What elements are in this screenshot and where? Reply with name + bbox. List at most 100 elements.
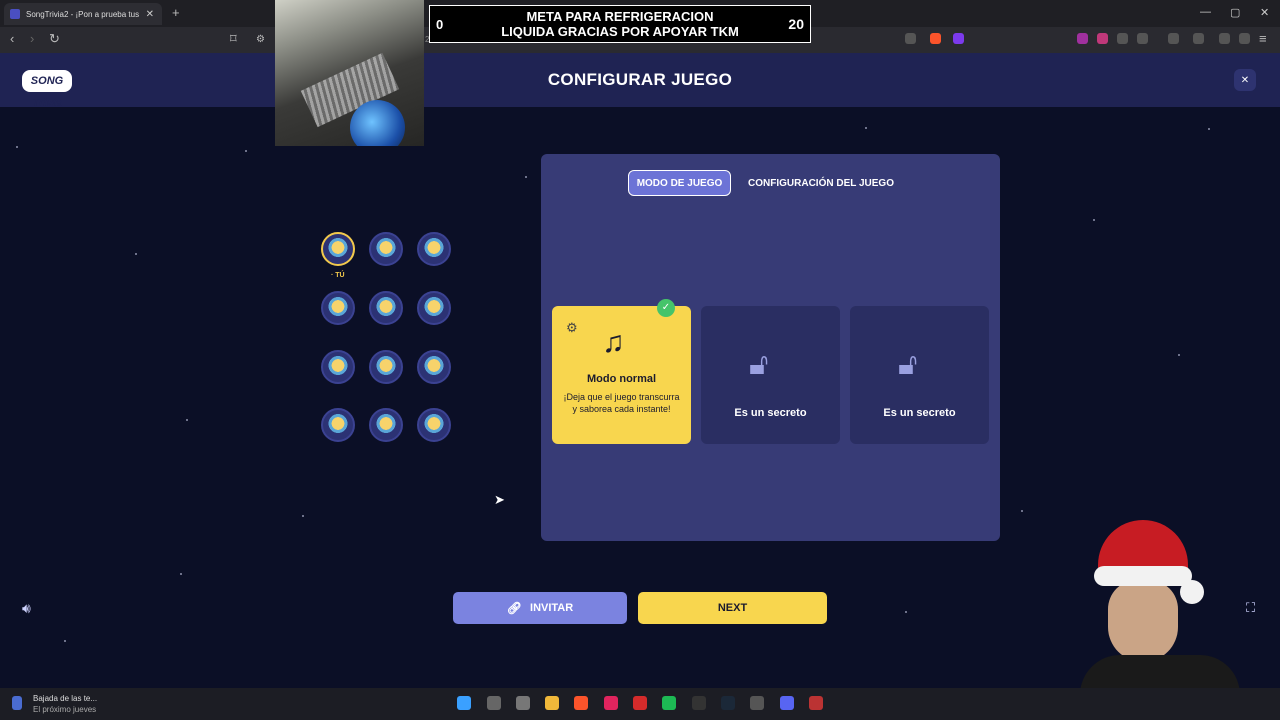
star-decoration bbox=[905, 611, 907, 613]
player-slot-avatar[interactable] bbox=[417, 408, 451, 442]
tab-game-mode[interactable]: MODO DE JUEGO bbox=[628, 170, 731, 196]
window-close-button[interactable]: ✕ bbox=[1260, 6, 1269, 19]
star-decoration bbox=[1021, 510, 1023, 512]
goal-title: META PARA REFRIGERACION LIQUIDA GRACIAS … bbox=[470, 9, 770, 39]
mode-card-secret[interactable]: 🔓︎ Es un secreto bbox=[850, 306, 989, 444]
reload-icon[interactable]: ↻ bbox=[49, 31, 60, 47]
start-icon[interactable] bbox=[457, 696, 471, 710]
extensions-menu-icon[interactable] bbox=[1117, 33, 1128, 44]
app-icon[interactable] bbox=[809, 696, 823, 710]
star-decoration bbox=[64, 640, 66, 642]
brave-browser-icon[interactable] bbox=[574, 696, 588, 710]
next-button[interactable]: NEXT bbox=[638, 592, 827, 624]
tab-game-configuration[interactable]: CONFIGURACIÓN DEL JUEGO bbox=[740, 170, 902, 196]
player-slot-avatar[interactable] bbox=[321, 291, 355, 325]
webcam-fan bbox=[350, 100, 405, 146]
minimize-button[interactable]: — bbox=[1200, 6, 1211, 18]
task-view-icon[interactable] bbox=[516, 696, 530, 710]
lock-icon: 🔓︎ bbox=[898, 348, 918, 381]
mode-title: Es un secreto bbox=[734, 407, 807, 419]
star-decoration bbox=[1093, 219, 1095, 221]
rewards-icon[interactable] bbox=[953, 33, 964, 44]
santa-hat-band bbox=[1094, 566, 1192, 586]
extension-icon[interactable] bbox=[1097, 33, 1108, 44]
maximize-button[interactable]: ▢ bbox=[1230, 6, 1240, 19]
share-icon[interactable] bbox=[905, 33, 916, 44]
menu-icon[interactable]: ≡ bbox=[1259, 31, 1267, 46]
media-player-icon[interactable] bbox=[604, 696, 618, 710]
star-decoration bbox=[865, 127, 867, 129]
forward-icon[interactable]: › bbox=[30, 31, 34, 46]
browser-tab[interactable]: SongTrivia2 - ¡Pon a prueba tus ✕ bbox=[4, 3, 162, 25]
selected-check-icon: ✓ bbox=[657, 299, 675, 317]
page-title: CONFIGURAR JUEGO bbox=[547, 70, 733, 89]
mode-title: Modo normal bbox=[586, 373, 657, 385]
player-slot-avatar[interactable] bbox=[369, 232, 403, 266]
app-icon[interactable] bbox=[633, 696, 647, 710]
goal-target: 20 bbox=[788, 16, 804, 32]
player-slot-avatar[interactable] bbox=[369, 291, 403, 325]
player-slot-avatar[interactable] bbox=[321, 408, 355, 442]
lock-icon: 🔓︎ bbox=[749, 348, 769, 381]
mode-card-normal[interactable]: ⚙ ♫ Modo normal ¡Deja que el juego trans… bbox=[552, 306, 691, 444]
star-decoration bbox=[186, 419, 188, 421]
close-settings-button[interactable]: ✕ bbox=[1234, 69, 1256, 91]
player-avatar-you[interactable] bbox=[321, 232, 355, 266]
site-info-icon[interactable]: ⚙ bbox=[256, 34, 265, 45]
star-decoration bbox=[16, 146, 18, 148]
player-slot-avatar[interactable] bbox=[417, 291, 451, 325]
player-slot-avatar[interactable] bbox=[369, 408, 403, 442]
stream-goal-banner: 0 META PARA REFRIGERACION LIQUIDA GRACIA… bbox=[429, 5, 811, 43]
tab-close-icon[interactable]: ✕ bbox=[146, 9, 154, 20]
leo-ai-icon[interactable] bbox=[1219, 33, 1230, 44]
mouse-cursor-icon: ➤ bbox=[494, 492, 505, 507]
taskbar-notification-title[interactable]: Bajada de las te... bbox=[33, 694, 97, 703]
player-slot-avatar[interactable] bbox=[369, 350, 403, 384]
star-decoration bbox=[180, 573, 182, 575]
epic-games-icon[interactable] bbox=[692, 696, 706, 710]
star-decoration bbox=[302, 515, 304, 517]
tab-title: SongTrivia2 - ¡Pon a prueba tus bbox=[26, 9, 140, 19]
star-decoration bbox=[525, 176, 527, 178]
new-tab-button[interactable]: + bbox=[172, 5, 180, 20]
you-label: · TÚ bbox=[331, 272, 345, 279]
star-decoration bbox=[245, 150, 247, 152]
screenshot-icon[interactable] bbox=[1137, 33, 1148, 44]
mode-description: ¡Deja que el juego transcurra y saborea … bbox=[563, 392, 680, 414]
invite-label: INVITAR bbox=[530, 602, 574, 614]
vpn-icon[interactable] bbox=[1239, 33, 1250, 44]
wallet-icon[interactable] bbox=[1193, 33, 1204, 44]
invite-button[interactable]: 🔗︎ INVITAR bbox=[453, 592, 627, 624]
volume-icon[interactable]: 🔊︎ bbox=[22, 600, 31, 617]
player-slot-avatar[interactable] bbox=[417, 350, 451, 384]
discord-icon[interactable] bbox=[780, 696, 794, 710]
player-slot-avatar[interactable] bbox=[321, 350, 355, 384]
bookmark-icon[interactable]: ⌑ bbox=[230, 31, 237, 47]
app-icon[interactable] bbox=[750, 696, 764, 710]
brave-shield-icon[interactable] bbox=[930, 33, 941, 44]
search-icon[interactable] bbox=[487, 696, 501, 710]
streamer-face bbox=[1108, 580, 1178, 662]
spotify-icon[interactable] bbox=[662, 696, 676, 710]
close-icon: ✕ bbox=[1240, 74, 1250, 86]
site-favicon-icon bbox=[10, 9, 20, 19]
steam-icon[interactable] bbox=[721, 696, 735, 710]
music-note-icon: ♫ bbox=[602, 326, 625, 359]
sidebar-icon[interactable] bbox=[1168, 33, 1179, 44]
star-decoration bbox=[135, 253, 137, 255]
mode-title: Es un secreto bbox=[883, 407, 956, 419]
star-decoration bbox=[1208, 128, 1210, 130]
extension-icon[interactable] bbox=[1077, 33, 1088, 44]
player-slot-avatar[interactable] bbox=[417, 232, 451, 266]
taskbar-notification-sub[interactable]: El próximo jueves bbox=[33, 705, 96, 714]
goal-title-line2: LIQUIDA GRACIAS POR APOYAR TKM bbox=[501, 24, 739, 39]
back-icon[interactable]: ‹ bbox=[10, 31, 14, 46]
file-explorer-icon[interactable] bbox=[545, 696, 559, 710]
goal-current: 0 bbox=[436, 17, 444, 32]
star-decoration bbox=[1178, 354, 1180, 356]
weather-icon[interactable] bbox=[12, 696, 22, 710]
gear-icon[interactable]: ⚙ bbox=[566, 320, 578, 336]
mode-card-secret[interactable]: 🔓︎ Es un secreto bbox=[701, 306, 840, 444]
webcam-overlay bbox=[275, 0, 424, 146]
goal-title-line1: META PARA REFRIGERACION bbox=[526, 9, 714, 24]
